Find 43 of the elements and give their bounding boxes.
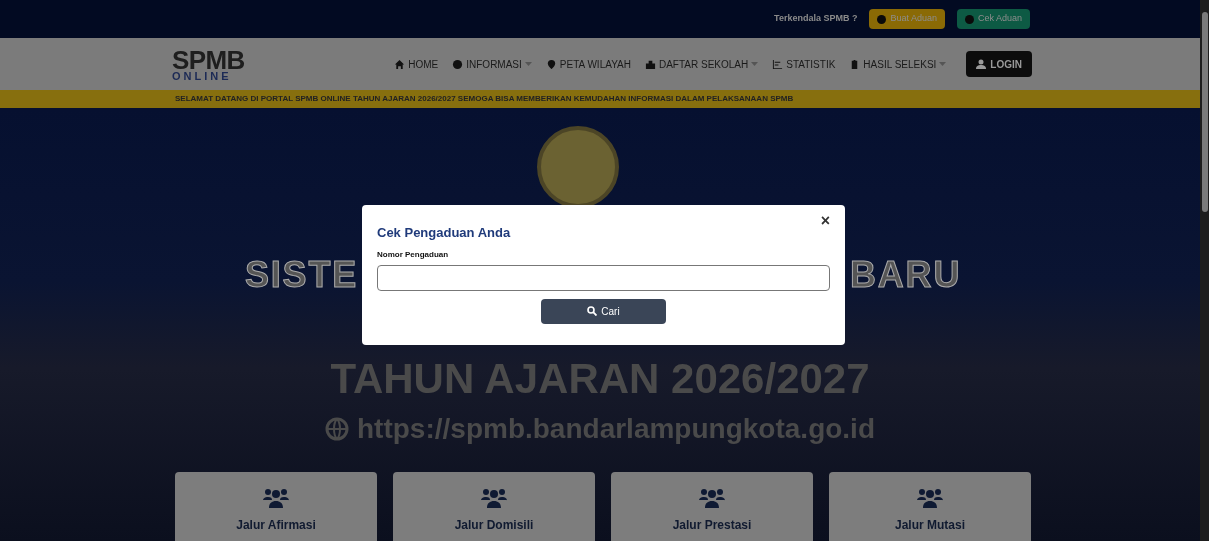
nav-link[interactable]: INFORMASI: [452, 56, 532, 72]
users-icon: [917, 488, 943, 508]
admission-path-card[interactable]: Jalur Prestasi: [611, 472, 813, 541]
admission-path-card[interactable]: Jalur Afirmasi: [175, 472, 377, 541]
home-icon: [394, 58, 406, 70]
caret-icon: [939, 61, 947, 67]
admission-path-card[interactable]: Jalur Mutasi: [829, 472, 1031, 541]
hero-title-text: BARU: [850, 253, 962, 297]
nav-link[interactable]: PETA WILAYAH: [545, 56, 631, 72]
login-button[interactable]: LOGIN: [966, 51, 1032, 77]
complaint-prompt-text: Terkendala SPMB ?: [774, 12, 858, 26]
logo-title-text: SPMB: [172, 46, 245, 73]
nav-link[interactable]: HASIL SELEKSI: [849, 56, 947, 72]
website-url-text: https://spmb.bandarlampungkota.go.id: [357, 412, 875, 446]
logo-subtitle-text: ONLINE: [172, 70, 233, 82]
nav-link[interactable]: HOME: [394, 56, 439, 72]
search-button[interactable]: Cari: [541, 298, 666, 324]
users-icon: [263, 488, 289, 508]
caret-icon: [524, 61, 532, 67]
admission-path-card[interactable]: Jalur Domisili: [393, 472, 595, 541]
globe-icon: [325, 417, 349, 441]
dialog-title-text: Cek Pengaduan Anda: [377, 224, 511, 242]
complaint-number-field[interactable]: [377, 264, 830, 291]
card-title-text: Jalur Afirmasi: [236, 517, 316, 534]
user-icon: [976, 59, 987, 69]
hero-title-text: SISTE: [245, 253, 359, 297]
pin-icon: [545, 58, 557, 70]
card-title-text: Jalur Prestasi: [672, 517, 752, 534]
field-label-text: Nomor Pengaduan: [377, 248, 450, 261]
chart-icon: [772, 58, 784, 70]
users-icon: [699, 488, 725, 508]
close-button[interactable]: ×: [820, 213, 830, 229]
announcement-text: SELAMAT DATANG DI PORTAL SPMB ONLINE TAHUN AJARAN 2026/2027 SEMOGA BISA MEMBERIKAN KEMUDAHAN INFORMASI DALAM PELAKSANAAN SPMB: [0, 90, 1200, 108]
card-title-text: Jalur Mutasi: [895, 517, 965, 534]
scrollbar[interactable]: [1200, 0, 1209, 541]
nav-link[interactable]: STATISTIK: [772, 56, 836, 72]
check-complaint-button[interactable]: Cek Aduan: [956, 9, 1030, 29]
nav-link[interactable]: DAFTAR SEKOLAH: [644, 56, 759, 72]
school-icon: [644, 58, 656, 70]
search-icon: [587, 306, 598, 316]
caret-icon: [751, 61, 759, 67]
users-icon: [481, 488, 507, 508]
card-title-text: Jalur Domisili: [454, 517, 534, 534]
